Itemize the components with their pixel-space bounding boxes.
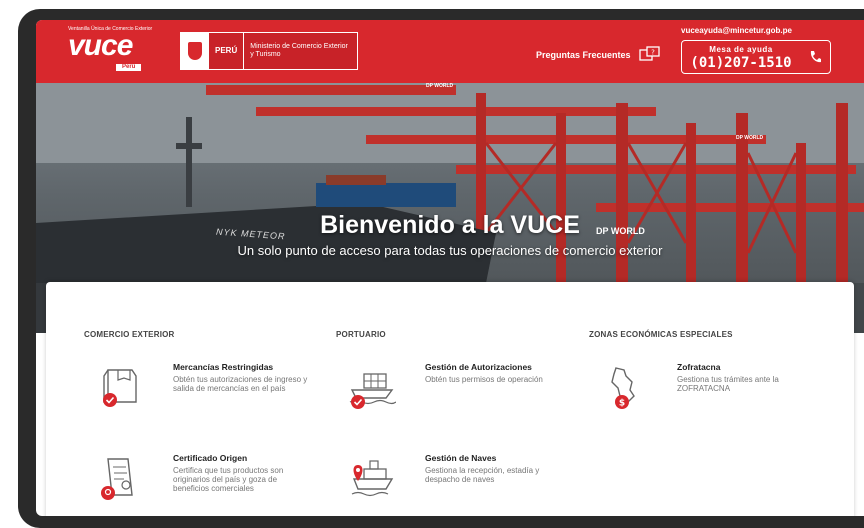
service-desc: Obtén tus autorizaciones de ingreso y sa… — [173, 375, 308, 393]
service-desc: Gestiona la recepción, estadía y despach… — [425, 466, 540, 484]
crane-brand-2: DP WORLD — [736, 135, 764, 141]
faq-label: Preguntas Frecuentes — [536, 50, 631, 60]
help-email[interactable]: vuceayuda@mincetur.gob.pe — [681, 26, 792, 35]
section-title-portuario: PORTUARIO — [336, 330, 386, 339]
crane-brand-1: DP WORLD — [426, 83, 454, 89]
service-mercancias-restringidas[interactable]: Mercancías Restringidas Obtén tus autori… — [94, 362, 314, 422]
site-header: Ventanilla Única de Comercio Exterior vu… — [36, 20, 864, 83]
service-certificado-origen[interactable]: Certificado Origen Certifica que tus pro… — [94, 453, 314, 513]
browser-screen: Ventanilla Única de Comercio Exterior vu… — [36, 20, 864, 516]
certificate-icon — [101, 458, 133, 500]
service-desc: Certifica que tus productos son originar… — [173, 466, 284, 493]
service-title: Mercancías Restringidas — [173, 362, 274, 372]
service-gestion-naves[interactable]: Gestión de Naves Gestiona la recepción, … — [346, 453, 566, 513]
phone-icon — [810, 51, 821, 63]
logo-wordmark: vuce — [68, 29, 133, 62]
section-title-zonas: ZONAS ECONÓMICAS ESPECIALES — [589, 330, 733, 339]
service-title: Gestión de Naves — [425, 453, 497, 463]
service-title: Zofratacna — [677, 362, 721, 372]
hero-title: Bienvenido a la VUCE — [320, 211, 580, 239]
service-gestion-autorizaciones[interactable]: Gestión de Autorizaciones Obtén tus perm… — [346, 362, 566, 422]
service-desc: Obtén tus permisos de operación — [425, 375, 543, 384]
help-desk-button[interactable]: Mesa de ayuda (01)207-1510 — [681, 40, 831, 74]
faq-link[interactable]: Preguntas Frecuentes ? — [536, 46, 661, 64]
help-desk-phone: (01)207-1510 — [690, 55, 792, 71]
package-check-icon — [103, 369, 137, 407]
services-card: COMERCIO EXTERIOR PORTUARIO ZONAS ECONÓM… — [46, 282, 854, 516]
help-desk-label: Mesa de ayuda — [709, 45, 773, 54]
vuce-logo[interactable]: Ventanilla Única de Comercio Exterior vu… — [68, 26, 152, 76]
gov-country: PERÚ — [209, 33, 245, 69]
service-zofratacna[interactable]: $ Zofratacna Gestiona tus trámites ante … — [598, 362, 818, 422]
section-title-comercio: COMERCIO EXTERIOR — [84, 330, 175, 339]
chat-question-icon: ? — [638, 46, 660, 61]
svg-text:$: $ — [619, 399, 625, 409]
service-title: Certificado Origen — [173, 453, 248, 463]
gov-ministry: Ministerio de Comercio Exterior y Turism… — [250, 43, 348, 58]
government-logo[interactable]: PERÚ Ministerio de Comercio Exterior y T… — [180, 32, 358, 70]
hero-subtitle: Un solo punto de acceso para todas tus o… — [237, 243, 663, 258]
service-desc: Gestiona tus trámites ante la ZOFRATACNA — [677, 375, 779, 393]
peru-shield-icon — [181, 33, 209, 69]
peru-map-dollar-icon: $ — [611, 367, 635, 409]
cargo-ship-check-icon — [349, 373, 396, 409]
service-title: Gestión de Autorizaciones — [425, 362, 532, 372]
svg-text:?: ? — [651, 49, 655, 57]
logo-country: Perú — [116, 64, 142, 71]
ship-location-icon — [351, 460, 394, 497]
